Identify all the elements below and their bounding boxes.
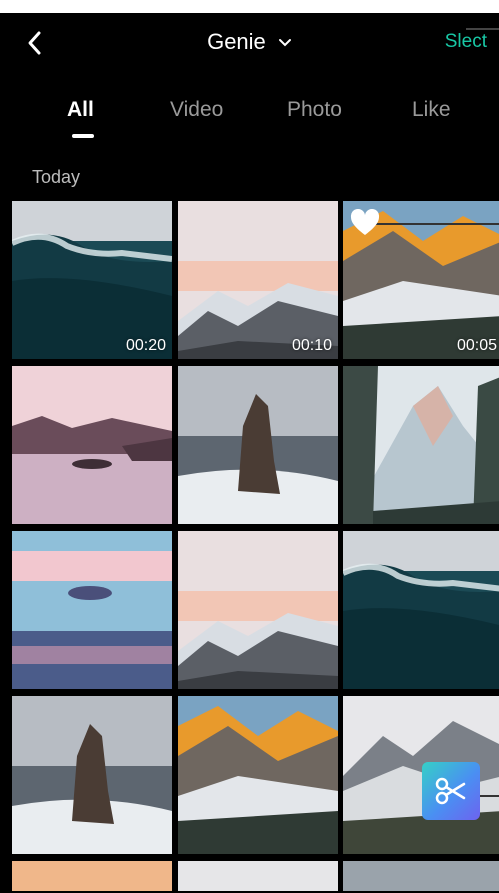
thumbnail-image (178, 696, 338, 854)
media-thumbnail[interactable] (343, 861, 499, 891)
thumbnail-image (178, 531, 338, 689)
thumbnail-image (12, 861, 172, 891)
media-thumbnail[interactable] (12, 366, 172, 524)
media-thumbnail[interactable] (178, 366, 338, 524)
media-thumbnail[interactable]: 00:10 (178, 201, 338, 359)
thumbnail-image (178, 366, 338, 524)
video-duration: 00:10 (291, 337, 332, 354)
media-thumbnail[interactable] (343, 366, 499, 524)
tab-photo[interactable]: Photo (287, 98, 342, 122)
active-tab-indicator (72, 134, 94, 138)
thumbnail-image (12, 366, 172, 524)
media-thumbnail[interactable]: 00:20 (12, 201, 172, 359)
thumbnail-image (178, 861, 338, 891)
thumbnail-image (12, 201, 172, 359)
media-thumbnail[interactable] (178, 531, 338, 689)
thumbnail-image (178, 201, 338, 359)
tab-like[interactable]: Like (412, 98, 451, 122)
album-selector[interactable]: Genie (0, 29, 499, 55)
thumbnail-image (12, 696, 172, 854)
thumbnail-image (343, 531, 499, 689)
divider (480, 795, 499, 797)
media-thumbnail[interactable] (178, 696, 338, 854)
media-picker-screen: Genie Slect All Video Photo Like Today 0… (0, 13, 499, 893)
album-title: Genie (207, 29, 266, 54)
media-thumbnail[interactable] (178, 861, 338, 891)
scissors-icon (435, 777, 466, 805)
filter-tabs: All Video Photo Like (0, 98, 499, 148)
media-thumbnail[interactable]: 00:05 (343, 201, 499, 359)
tab-all[interactable]: All (67, 98, 94, 122)
media-thumbnail[interactable] (12, 861, 172, 891)
favorite-indicator-line (361, 223, 499, 225)
top-bar: Genie Slect (0, 13, 499, 75)
select-button[interactable]: Slect (445, 31, 487, 53)
chevron-down-icon (278, 39, 291, 47)
tab-video[interactable]: Video (170, 98, 223, 122)
thumbnail-image (343, 366, 499, 524)
edit-button[interactable] (422, 762, 480, 820)
media-thumbnail[interactable] (12, 531, 172, 689)
media-thumbnail[interactable] (343, 531, 499, 689)
video-duration: 00:20 (125, 337, 166, 354)
video-duration: 00:05 (456, 337, 497, 354)
section-header-today: Today (32, 167, 81, 187)
media-thumbnail[interactable] (12, 696, 172, 854)
thumbnail-image (343, 861, 499, 891)
heart-icon[interactable] (349, 209, 381, 237)
thumbnail-image (12, 531, 172, 689)
